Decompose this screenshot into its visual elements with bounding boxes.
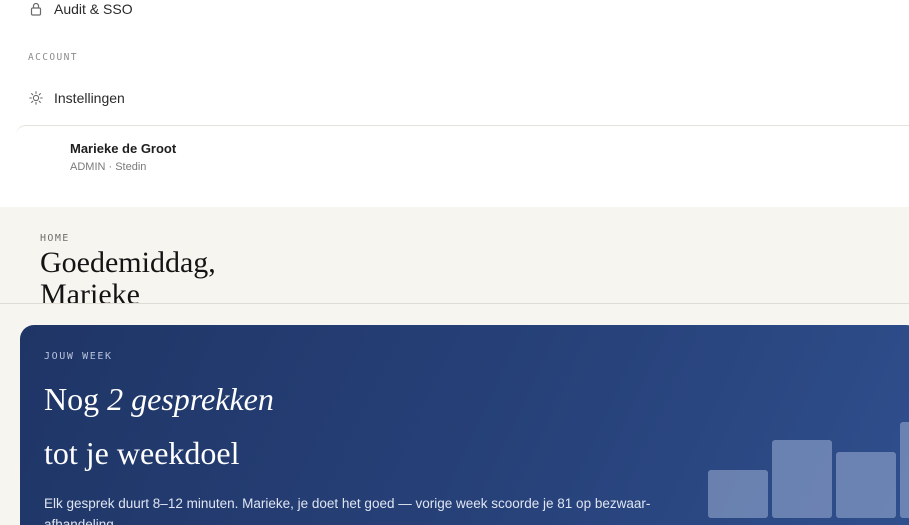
week-bar [772, 440, 832, 518]
week-bar [836, 452, 896, 518]
section-label-account: ACCOUNT [28, 52, 78, 63]
lock-icon [28, 1, 44, 17]
main-content: HOME Goedemiddag, Marieke JOUW WEEK Nog … [0, 207, 909, 525]
week-bar [708, 470, 768, 518]
sidebar: Audit & SSO ACCOUNT Instellingen Marieke… [0, 0, 909, 207]
breadcrumb[interactable]: HOME [40, 233, 70, 244]
sidebar-item-audit-sso[interactable]: Audit & SSO [28, 0, 133, 21]
sidebar-item-label: Instellingen [54, 90, 125, 106]
week-bars-chart [20, 325, 909, 525]
sidebar-item-label: Audit & SSO [54, 1, 133, 17]
user-role: ADMIN · Stedin [70, 161, 147, 173]
week-progress-card: JOUW WEEK Nog 2 gesprekken tot je weekdo… [20, 325, 909, 525]
user-card[interactable]: Marieke de Groot ADMIN · Stedin [16, 125, 909, 207]
week-bar [900, 422, 909, 518]
sidebar-item-instellingen[interactable]: Instellingen [28, 86, 125, 110]
sun-icon [28, 90, 44, 106]
user-name: Marieke de Groot [70, 141, 177, 156]
page-title: Goedemiddag, Marieke [40, 246, 216, 304]
page-header: HOME Goedemiddag, Marieke [0, 207, 909, 304]
